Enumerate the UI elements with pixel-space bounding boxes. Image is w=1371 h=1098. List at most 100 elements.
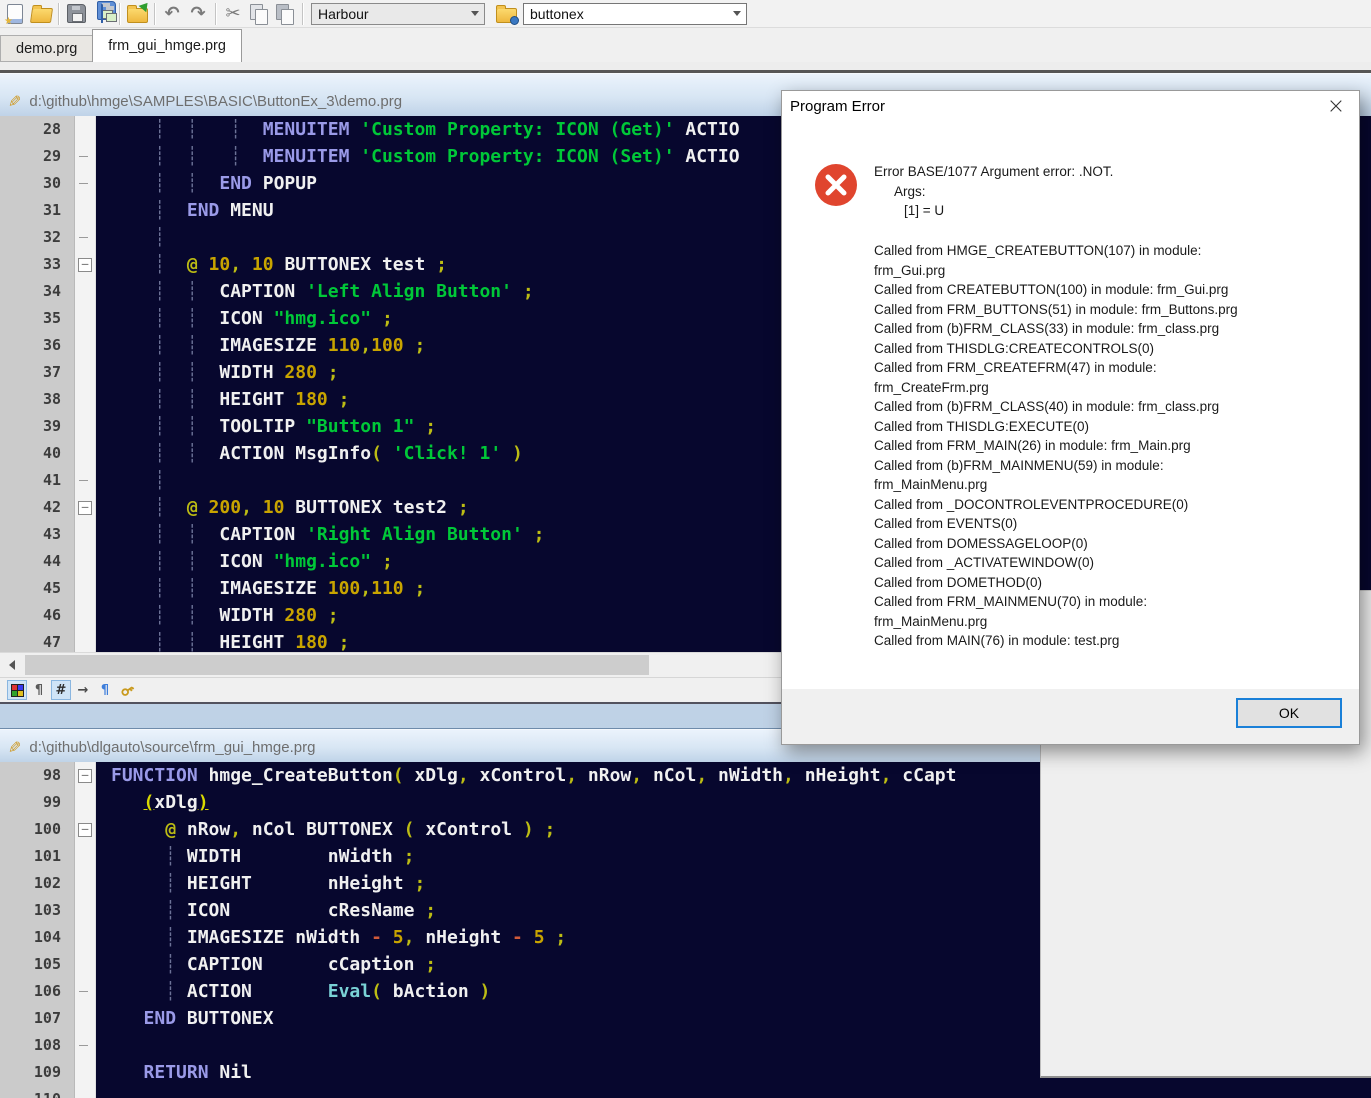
- key-icon[interactable]: [117, 680, 137, 700]
- tab-frm-gui-hmge-prg[interactable]: frm_gui_hmge.prg: [92, 29, 242, 62]
- file-search-combobox[interactable]: buttonex: [523, 3, 747, 25]
- line-number: 45: [0, 575, 75, 602]
- fold-margin: [75, 197, 96, 224]
- save-all-icon: [101, 5, 103, 23]
- whitespace-arrow-icon[interactable]: →: [73, 680, 93, 700]
- line-number: 31: [0, 197, 75, 224]
- fold-tick: [79, 237, 88, 238]
- fold-margin: [75, 332, 96, 359]
- new-file-icon: ★: [7, 4, 23, 24]
- fold-margin[interactable]: –: [75, 494, 96, 521]
- fold-margin: [75, 170, 96, 197]
- code-text: ┊ ┊ HEIGHT 180 ;: [96, 629, 349, 652]
- fold-tick: [79, 991, 88, 992]
- paste-button[interactable]: [272, 2, 298, 26]
- line-number: 42: [0, 494, 75, 521]
- fold-margin: [75, 602, 96, 629]
- editor1-path: d:\github\hmge\SAMPLES\BASIC\ButtonEx_3\…: [29, 93, 402, 110]
- code-text: ┊ WIDTH nWidth ;: [96, 843, 414, 870]
- line-number: 37: [0, 359, 75, 386]
- tab-label: demo.prg: [16, 41, 77, 57]
- code-text: END BUTTONEX: [96, 1005, 274, 1032]
- open-folder-icon: [29, 8, 52, 23]
- line-numbers-icon[interactable]: #: [51, 680, 71, 700]
- undo-button[interactable]: ↶: [159, 2, 185, 26]
- line-number: 38: [0, 386, 75, 413]
- build-run-button[interactable]: [493, 2, 519, 26]
- fold-margin: [75, 224, 96, 251]
- save-icon: [67, 4, 86, 23]
- code-text: ┊ ┊ TOOLTIP "Button 1" ;: [96, 413, 436, 440]
- code-text: ┊ ICON cResName ;: [96, 897, 436, 924]
- ok-button[interactable]: OK: [1236, 698, 1342, 728]
- tab-demo-prg[interactable]: demo.prg: [0, 35, 93, 62]
- fold-margin[interactable]: –: [75, 251, 96, 278]
- dialog-title: Program Error: [790, 98, 885, 115]
- code-text: ┊ CAPTION cCaption ;: [96, 951, 436, 978]
- stack-line: Called from DOMETHOD(0): [874, 573, 1344, 593]
- pilcrow-icon[interactable]: ¶: [95, 680, 115, 700]
- code-text: RETURN Nil: [96, 1059, 252, 1086]
- scroll-left-arrow-icon[interactable]: [0, 653, 24, 677]
- fold-tick: [79, 183, 88, 184]
- code-text: ┊ ┊ ┊ MENUITEM 'Custom Property: ICON (G…: [96, 116, 740, 143]
- pencil-icon: ✎: [8, 94, 21, 110]
- cut-button[interactable]: ✂: [220, 2, 246, 26]
- line-number: 40: [0, 440, 75, 467]
- line-number: 28: [0, 116, 75, 143]
- highlight-blocks-icon[interactable]: [7, 680, 27, 700]
- toolbar-separator: [154, 3, 155, 25]
- stack-line: Called from _ACTIVATEWINDOW(0): [874, 553, 1344, 573]
- code-text: ┊ ┊ WIDTH 280 ;: [96, 602, 339, 629]
- copy-icon: [249, 4, 269, 24]
- line-number: 106: [0, 978, 75, 1005]
- fold-margin: [75, 629, 96, 652]
- code-text: ┊ @ 200, 10 BUTTONEX test2 ;: [96, 494, 469, 521]
- fold-margin[interactable]: –: [75, 762, 96, 789]
- open-file-button[interactable]: [28, 2, 54, 26]
- code-text: ┊ ┊ CAPTION 'Left Align Button' ;: [96, 278, 534, 305]
- save-button[interactable]: [63, 2, 89, 26]
- dialog-footer: OK: [782, 689, 1359, 744]
- program-error-dialog: Program Error × Error BASE/1077 Argument…: [781, 90, 1360, 745]
- code-text: ┊ ACTION Eval( bAction ): [96, 978, 490, 1005]
- close-icon[interactable]: ×: [1323, 93, 1349, 119]
- fold-margin: [75, 843, 96, 870]
- paragraph-format-icon[interactable]: ¶: [29, 680, 49, 700]
- line-number: 101: [0, 843, 75, 870]
- code-text: ┊ HEIGHT nHeight ;: [96, 870, 425, 897]
- file-search-value: buttonex: [524, 6, 728, 22]
- copy-button[interactable]: [246, 2, 272, 26]
- chevron-down-icon: [466, 4, 484, 24]
- open-project-button[interactable]: [124, 2, 150, 26]
- tab-label: frm_gui_hmge.prg: [108, 38, 226, 54]
- fold-margin[interactable]: –: [75, 816, 96, 843]
- fold-margin: [75, 521, 96, 548]
- stack-line: Called from DOMESSAGELOOP(0): [874, 534, 1344, 554]
- new-file-button[interactable]: ★: [2, 2, 28, 26]
- fold-collapse-icon[interactable]: –: [78, 769, 92, 783]
- fold-margin: [75, 575, 96, 602]
- fold-margin: [75, 924, 96, 951]
- main-toolbar: ★ ↶ ↷ ✂ Harbour buttonex: [0, 0, 1371, 28]
- fold-collapse-icon[interactable]: –: [78, 823, 92, 837]
- code-text: ┊ ┊ ICON "hmg.ico" ;: [96, 548, 393, 575]
- toolbar-separator: [119, 3, 120, 25]
- language-combobox[interactable]: Harbour: [311, 3, 485, 25]
- stack-line: Called from FRM_MAIN(26) in module: frm_…: [874, 436, 1344, 456]
- code-line[interactable]: 110: [0, 1086, 1371, 1098]
- save-all-button[interactable]: [89, 2, 115, 26]
- code-text: ┊ ┊ CAPTION 'Right Align Button' ;: [96, 521, 545, 548]
- code-text: ┊ ┊ END POPUP: [96, 170, 317, 197]
- line-number: 109: [0, 1059, 75, 1086]
- fold-tick: [79, 480, 88, 481]
- tabbar-strip: [0, 62, 1371, 70]
- fold-collapse-icon[interactable]: –: [78, 258, 92, 272]
- redo-button[interactable]: ↷: [185, 2, 211, 26]
- redo-icon: ↷: [190, 5, 205, 23]
- hscrollbar-thumb[interactable]: [25, 655, 649, 675]
- dialog-titlebar[interactable]: Program Error: [782, 91, 1359, 121]
- fold-margin: [75, 143, 96, 170]
- line-number: 36: [0, 332, 75, 359]
- fold-collapse-icon[interactable]: –: [78, 501, 92, 515]
